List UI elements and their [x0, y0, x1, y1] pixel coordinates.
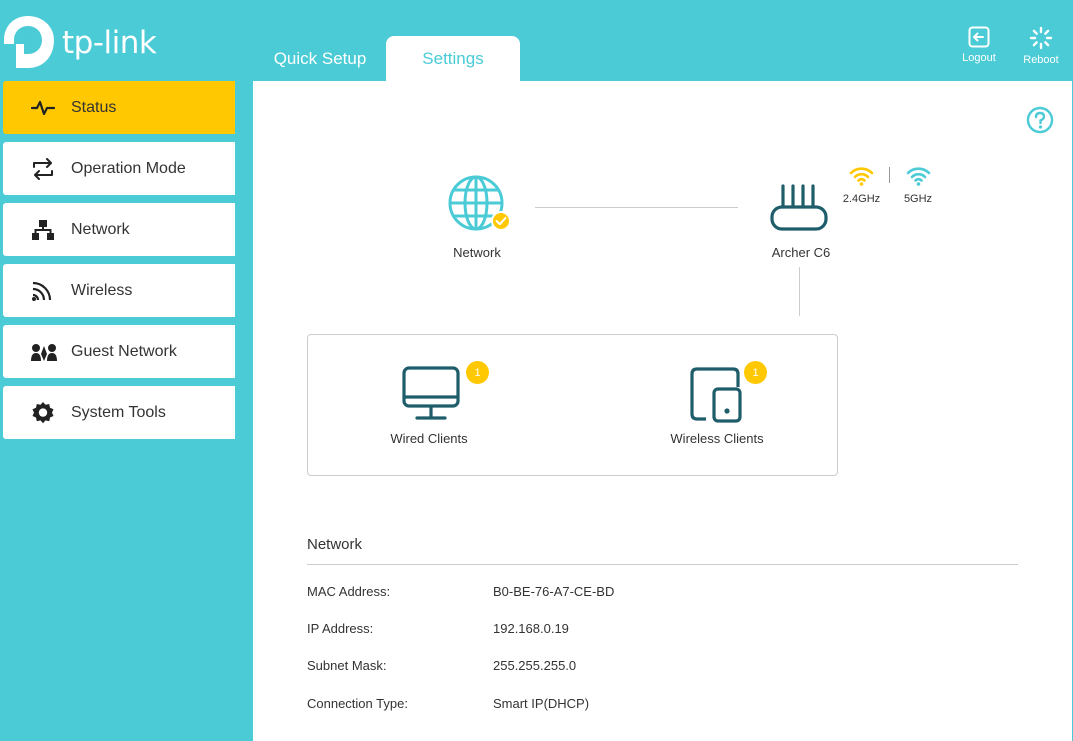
- tab-quick-setup-label: Quick Setup: [273, 48, 367, 68]
- swap-icon: [31, 157, 71, 180]
- topology-connector-vertical: [799, 267, 800, 316]
- sidebar-item-label: Network: [71, 220, 130, 238]
- reboot-label: Reboot: [1023, 54, 1059, 66]
- sidebar-item-label: Operation Mode: [71, 159, 186, 177]
- sidebar-item-label: Status: [71, 98, 117, 116]
- section-divider: [307, 564, 1018, 565]
- mac-address-value: B0-BE-76-A7-CE-BD: [493, 584, 615, 599]
- clients-panel: [307, 334, 838, 476]
- connection-type-label: Connection Type:: [307, 696, 408, 711]
- gear-icon: [31, 401, 71, 425]
- network-icon: [31, 219, 71, 241]
- tp-link-logo-icon: [4, 16, 54, 68]
- guest-icon: [31, 342, 71, 362]
- pulse-icon: [31, 99, 71, 117]
- wireless-clients-label[interactable]: Wireless Clients: [656, 431, 778, 446]
- mac-address-label: MAC Address:: [307, 584, 391, 599]
- router-icon[interactable]: [769, 183, 829, 238]
- network-section-title: Network: [307, 536, 363, 553]
- sidebar-item-operation-mode[interactable]: Operation Mode: [3, 142, 235, 195]
- wifi-24ghz-icon[interactable]: [849, 166, 874, 191]
- brand-name: tp-link: [62, 25, 157, 61]
- sidebar-item-system-tools[interactable]: System Tools: [3, 386, 235, 439]
- wireless-clients-count-badge: 1: [744, 361, 767, 384]
- tab-quick-setup[interactable]: Quick Setup: [254, 36, 386, 81]
- band-separator: [889, 167, 890, 183]
- sidebar-item-label: Wireless: [71, 281, 133, 299]
- connection-type-value: Smart IP(DHCP): [493, 696, 590, 711]
- reboot-button[interactable]: Reboot: [1013, 26, 1069, 66]
- logout-label: Logout: [962, 52, 996, 64]
- sidebar-item-guest-network[interactable]: Guest Network: [3, 325, 235, 378]
- sidebar-item-label: Guest Network: [71, 342, 177, 360]
- band-5ghz-label: 5GHz: [903, 193, 933, 205]
- reboot-icon: [1029, 26, 1053, 50]
- wifi-5ghz-icon[interactable]: [906, 166, 931, 191]
- ip-address-value: 192.168.0.19: [493, 621, 569, 636]
- tab-settings[interactable]: Settings: [386, 36, 520, 81]
- sidebar-item-status[interactable]: Status: [3, 81, 235, 134]
- wireless-clients-device-icon[interactable]: [690, 367, 744, 428]
- logout-icon: [968, 26, 990, 48]
- sidebar-item-label: System Tools: [71, 403, 166, 421]
- network-node-label: Network: [453, 245, 501, 260]
- topology-connector: [535, 207, 738, 208]
- tp-link-logo: tp-link: [2, 14, 157, 70]
- sidebar-item-wireless[interactable]: Wireless: [3, 264, 235, 317]
- sidebar-item-network[interactable]: Network: [3, 203, 235, 256]
- logout-button[interactable]: Logout: [951, 26, 1007, 64]
- router-label: Archer C6: [771, 245, 831, 260]
- tab-settings-label: Settings: [422, 48, 484, 68]
- help-icon: [1026, 106, 1054, 134]
- wired-clients-monitor-icon[interactable]: [402, 366, 460, 427]
- wired-clients-count-badge: 1: [466, 361, 489, 384]
- subnet-mask-label: Subnet Mask:: [307, 658, 387, 673]
- ip-address-label: IP Address:: [307, 621, 374, 636]
- subnet-mask-value: 255.255.255.0: [493, 658, 577, 673]
- wireless-icon: [31, 280, 71, 302]
- band-24ghz-label: 2.4GHz: [842, 193, 881, 205]
- help-button[interactable]: [1026, 106, 1054, 139]
- internet-globe-icon: [447, 175, 511, 238]
- wired-clients-label[interactable]: Wired Clients: [378, 431, 480, 446]
